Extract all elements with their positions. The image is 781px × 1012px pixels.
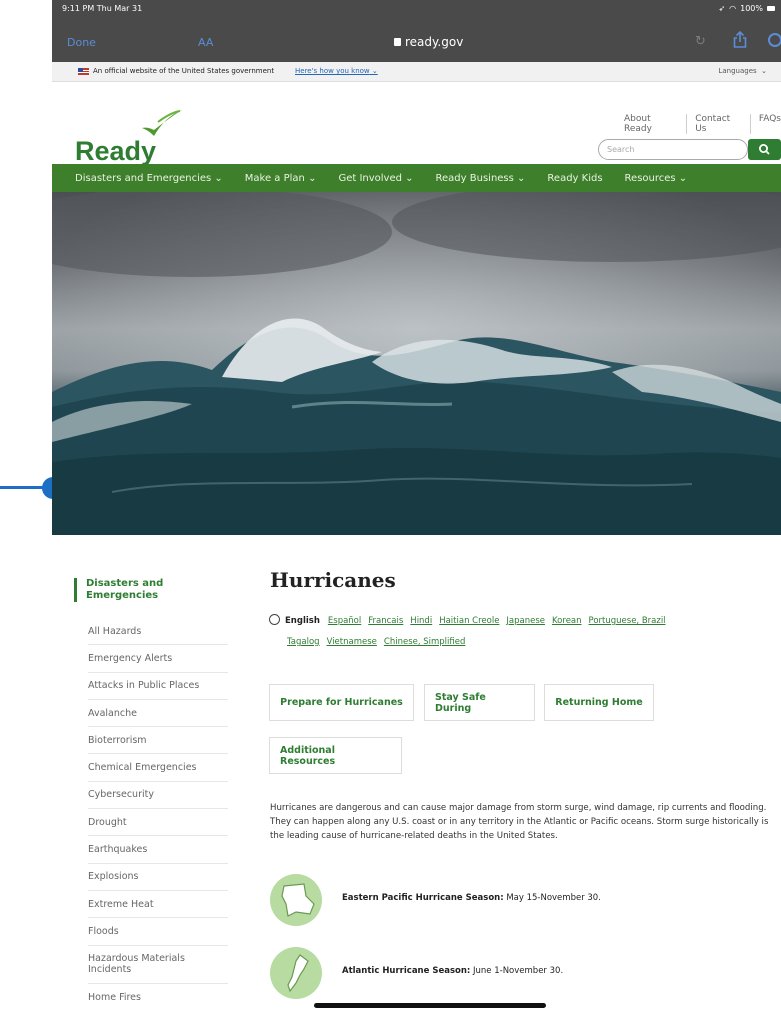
atlantic-season: Atlantic Hurricane Season: June 1-Novemb…	[342, 966, 564, 976]
status-time: 9:11 PM Thu Mar 31	[62, 4, 143, 13]
page-title: Hurricanes	[270, 568, 396, 592]
nav-ready-kids[interactable]: Ready Kids	[547, 173, 602, 184]
language-selector: English Español Francais Hindi Haitian Creol…	[269, 611, 779, 653]
sidebar-item-chemical[interactable]: Chemical Emergencies	[88, 754, 228, 782]
gov-banner: An official website of the United States…	[52, 62, 781, 82]
sidebar-item-avalanche[interactable]: Avalanche	[88, 700, 228, 728]
sidebar-item-hazmat[interactable]: Hazardous Materials Incidents	[88, 946, 228, 984]
sidebar-item-attacks[interactable]: Attacks in Public Places	[88, 673, 228, 700]
ready-logo[interactable]: Ready	[75, 136, 156, 167]
sidebar-item-all-hazards[interactable]: All Hazards	[88, 618, 228, 646]
url-text: ready.gov	[405, 35, 464, 49]
lang-link[interactable]: Haitian Creole	[439, 616, 499, 626]
intro-paragraph: Hurricanes are dangerous and can cause m…	[270, 803, 769, 841]
done-button[interactable]: Done	[67, 36, 96, 49]
contact-us-link[interactable]: Contact Us	[686, 114, 740, 134]
battery-icon	[767, 6, 775, 11]
reader-aa-button[interactable]: AA	[198, 36, 213, 49]
tab-additional-resources[interactable]: Additional Resources	[269, 737, 402, 774]
safari-toolbar: 9:11 PM Thu Mar 31 ➶ ◠ 100% Done AA read…	[52, 0, 781, 62]
location-icon: ➶	[718, 4, 726, 13]
nav-make-a-plan[interactable]: Make a Plan ⌄	[245, 173, 317, 184]
lang-link[interactable]: Tagalog	[287, 637, 320, 647]
globe-icon	[269, 614, 280, 625]
faqs-link[interactable]: FAQs	[749, 114, 781, 134]
search-input[interactable]: Search	[598, 139, 748, 160]
lang-link[interactable]: Francais	[368, 616, 403, 626]
sidebar-item-emergency-alerts[interactable]: Emergency Alerts	[88, 645, 228, 673]
sidebar-list: All Hazards Emergency Alerts Attacks in …	[88, 618, 228, 1011]
home-indicator[interactable]	[314, 1003, 546, 1008]
main-nav: Disasters and Emergencies ⌄ Make a Plan …	[52, 164, 781, 192]
share-icon[interactable]	[733, 31, 747, 48]
sidebar-item-floods[interactable]: Floods	[88, 918, 228, 946]
sidebar-item-earthquakes[interactable]: Earthquakes	[88, 836, 228, 864]
sidebar-item-drought[interactable]: Drought	[88, 809, 228, 837]
lang-link[interactable]: Español	[328, 616, 361, 626]
nav-resources[interactable]: Resources ⌄	[625, 173, 688, 184]
atlantic-map-icon	[270, 947, 322, 999]
search-button[interactable]	[748, 139, 781, 160]
lock-icon	[394, 38, 401, 46]
us-flag-icon	[78, 68, 89, 75]
tab-stay-safe[interactable]: Stay Safe During	[424, 684, 535, 721]
sidebar-item-explosions[interactable]: Explosions	[88, 864, 228, 891]
nav-disasters[interactable]: Disasters and Emergencies ⌄	[75, 173, 223, 184]
about-ready-link[interactable]: About Ready	[624, 114, 676, 134]
sidebar-heading[interactable]: Disasters and Emergencies	[74, 578, 204, 602]
ipad-browser-frame: 9:11 PM Thu Mar 31 ➶ ◠ 100% Done AA read…	[52, 0, 781, 1012]
reload-icon[interactable]: ↻	[695, 34, 706, 49]
status-indicators: ➶ ◠ 100%	[718, 4, 775, 13]
languages-dropdown[interactable]: Languages ⌄	[718, 67, 767, 75]
lang-link[interactable]: Portuguese, Brazil	[589, 616, 666, 626]
official-site-text: An official website of the United States…	[93, 67, 275, 75]
eastern-pacific-season: Eastern Pacific Hurricane Season: May 15…	[342, 893, 601, 903]
lang-link[interactable]: Korean	[552, 616, 581, 626]
wifi-icon: ◠	[729, 4, 737, 13]
sidebar-item-cybersecurity[interactable]: Cybersecurity	[88, 782, 228, 810]
compass-icon[interactable]	[768, 33, 781, 47]
hero-ocean-image	[52, 192, 781, 535]
current-language: English	[285, 616, 320, 626]
sidebar-item-extreme-heat[interactable]: Extreme Heat	[88, 891, 228, 919]
tab-returning-home[interactable]: Returning Home	[544, 684, 654, 721]
search-icon	[758, 144, 770, 155]
top-links: About Ready Contact Us FAQs	[624, 114, 781, 134]
lang-link[interactable]: Vietnamese	[327, 637, 377, 647]
sidebar-item-bioterrorism[interactable]: Bioterrorism	[88, 727, 228, 755]
screen: 9:11 PM Thu Mar 31 ➶ ◠ 100% Done AA read…	[0, 0, 781, 1012]
nav-ready-business[interactable]: Ready Business ⌄	[436, 173, 526, 184]
eastern-pacific-map-icon	[270, 874, 322, 926]
lang-link[interactable]: Japanese	[506, 616, 545, 626]
ready-checkmark-icon	[142, 110, 182, 136]
lang-link[interactable]: Chinese, Simplified	[384, 637, 466, 647]
nav-get-involved[interactable]: Get Involved ⌄	[338, 173, 413, 184]
sidebar-item-home-fires[interactable]: Home Fires	[88, 984, 228, 1011]
tab-prepare[interactable]: Prepare for Hurricanes	[269, 684, 414, 721]
address-bar[interactable]: ready.gov	[394, 35, 463, 49]
battery-text: 100%	[740, 4, 763, 13]
how-you-know-link[interactable]: Here's how you know ⌄	[295, 67, 378, 75]
lang-link[interactable]: Hindi	[410, 616, 432, 626]
